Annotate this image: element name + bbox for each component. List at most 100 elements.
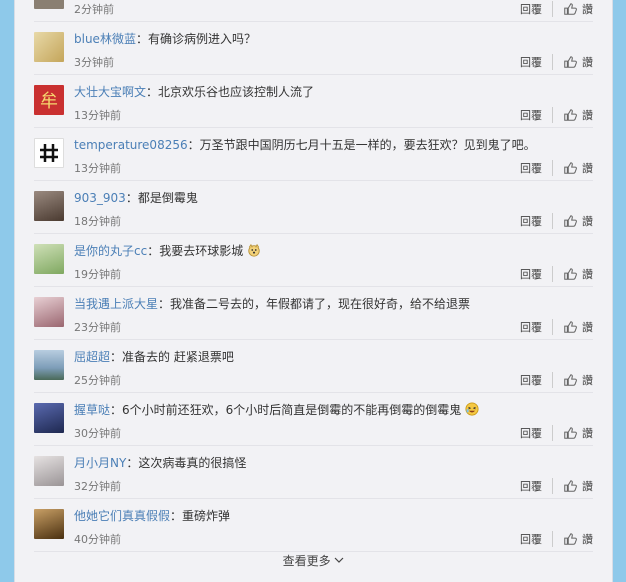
- like-label: 讚: [582, 56, 593, 69]
- comment-actions: 回覆 讚: [520, 213, 593, 229]
- comment-row: 2分钟前 回覆 讚: [34, 0, 593, 22]
- comment-username[interactable]: 903_903: [74, 191, 126, 205]
- like-button[interactable]: 讚: [563, 266, 593, 282]
- like-label: 讚: [582, 480, 593, 493]
- comment-row: 当我遇上派大星：我准备二号去的，年假都请了，现在很好奇，给不给退票 23分钟前 …: [34, 286, 593, 340]
- character-icon: 牟: [40, 91, 58, 112]
- avatar[interactable]: [34, 350, 64, 380]
- reply-button[interactable]: 回覆: [520, 319, 553, 335]
- comment-time: 18分钟前: [74, 215, 121, 228]
- comment-text: 都是倒霉鬼: [137, 191, 198, 205]
- thumb-up-icon: [564, 162, 577, 174]
- avatar[interactable]: [34, 191, 64, 221]
- comment-username[interactable]: 月小月NY: [74, 456, 126, 470]
- comment-text: 我准备二号去的，年假都请了，现在很好奇，给不给退票: [170, 297, 471, 311]
- comment-body: temperature08256：万圣节跟中国阴历七月十五是一样的，要去狂欢？见…: [74, 138, 536, 152]
- thumb-up-icon: [564, 215, 577, 227]
- like-label: 讚: [582, 427, 593, 440]
- comment-username[interactable]: 是你的丸子cc: [74, 244, 147, 258]
- comment-text: 这次病毒真的很搞怪: [138, 456, 247, 470]
- thumb-up-icon: [564, 427, 577, 439]
- comment-text: 北京欢乐谷也应该控制人流了: [158, 85, 315, 99]
- comment-username[interactable]: 他她它们真真假假: [74, 509, 170, 523]
- reply-button[interactable]: 回覆: [520, 425, 553, 441]
- reply-button[interactable]: 回覆: [520, 107, 553, 123]
- thumb-up-icon: [564, 321, 577, 333]
- reply-button[interactable]: 回覆: [520, 478, 553, 494]
- thumb-up-icon: [564, 480, 577, 492]
- like-button[interactable]: 讚: [563, 213, 593, 229]
- reply-button[interactable]: 回覆: [520, 213, 553, 229]
- comment-body: blue林微蓝：有确诊病例进入吗？: [74, 32, 256, 46]
- reply-button[interactable]: 回覆: [520, 1, 553, 17]
- comment-actions: 回覆 讚: [520, 54, 593, 70]
- comment-row: temperature08256：万圣节跟中国阴历七月十五是一样的，要去狂欢？见…: [34, 127, 593, 181]
- comment-username[interactable]: 屈超超: [74, 350, 110, 364]
- avatar[interactable]: [34, 0, 64, 9]
- comment-time: 23分钟前: [74, 321, 121, 334]
- comment-time: 25分钟前: [74, 374, 121, 387]
- like-label: 讚: [582, 321, 593, 334]
- like-button[interactable]: 讚: [563, 160, 593, 176]
- like-button[interactable]: 讚: [563, 372, 593, 388]
- comment-body: 他她它们真真假假：重磅炸弹: [74, 509, 231, 523]
- comment-time: 30分钟前: [74, 427, 121, 440]
- comment-body: 握草哒：6个小时前还狂欢，6个小时后简直是倒霉的不能再倒霉的倒霉鬼: [74, 401, 479, 418]
- comment-body: 大壮大宝啊文：北京欢乐谷也应该控制人流了: [74, 85, 315, 99]
- avatar[interactable]: [34, 456, 64, 486]
- comment-body: 903_903：都是倒霉鬼: [74, 191, 198, 205]
- like-button[interactable]: 讚: [563, 425, 593, 441]
- comment-actions: 回覆 讚: [520, 1, 593, 17]
- like-button[interactable]: 讚: [563, 54, 593, 70]
- comment-text: 重磅炸弹: [182, 509, 231, 523]
- comment-text: 万圣节跟中国阴历七月十五是一样的，要去狂欢？见到鬼了吧。: [199, 138, 536, 152]
- avatar[interactable]: [34, 32, 64, 62]
- like-label: 讚: [582, 533, 593, 546]
- like-button[interactable]: 讚: [563, 478, 593, 494]
- like-button[interactable]: 讚: [563, 107, 593, 123]
- avatar[interactable]: [34, 297, 64, 327]
- comment-username[interactable]: 当我遇上派大星: [74, 297, 158, 311]
- comment-row: 屈超超：准备去的 赶紧退票吧 25分钟前 回覆 讚: [34, 339, 593, 393]
- comment-username[interactable]: blue林微蓝: [74, 32, 136, 46]
- comment-row: 他她它们真真假假：重磅炸弹 40分钟前 回覆 讚: [34, 498, 593, 552]
- comment-actions: 回覆 讚: [520, 107, 593, 123]
- comment-body: 当我遇上派大星：我准备二号去的，年假都请了，现在很好奇，给不给退票: [74, 297, 471, 311]
- comment-panel: 2分钟前 回覆 讚 blue林微蓝：有确诊病例进入吗？ 3分钟前 回覆 讚 牟: [14, 0, 613, 582]
- reply-button[interactable]: 回覆: [520, 266, 553, 282]
- comment-time: 40分钟前: [74, 533, 121, 546]
- comment-time: 13分钟前: [74, 109, 121, 122]
- comment-row: 握草哒：6个小时前还狂欢，6个小时后简直是倒霉的不能再倒霉的倒霉鬼 30分钟前 …: [34, 392, 593, 446]
- reply-button[interactable]: 回覆: [520, 372, 553, 388]
- comment-actions: 回覆 讚: [520, 266, 593, 282]
- comment-actions: 回覆 讚: [520, 531, 593, 547]
- thumb-up-icon: [564, 374, 577, 386]
- like-button[interactable]: 讚: [563, 531, 593, 547]
- reply-button[interactable]: 回覆: [520, 160, 553, 176]
- comment-actions: 回覆 讚: [520, 319, 593, 335]
- like-button[interactable]: 讚: [563, 319, 593, 335]
- avatar[interactable]: [34, 509, 64, 539]
- comment-text: 6个小时前还狂欢，6个小时后简直是倒霉的不能再倒霉的倒霉鬼: [122, 403, 462, 417]
- like-label: 讚: [582, 162, 593, 175]
- avatar[interactable]: 牟: [34, 85, 64, 115]
- comment-time: 3分钟前: [74, 56, 114, 69]
- laughing-emoji-icon: [465, 402, 479, 416]
- comment-time: 19分钟前: [74, 268, 121, 281]
- like-label: 讚: [582, 3, 593, 16]
- comment-row: 是你的丸子cc：我要去环球影城 19分钟前 回覆 讚: [34, 233, 593, 287]
- reply-button[interactable]: 回覆: [520, 54, 553, 70]
- avatar[interactable]: [34, 138, 64, 168]
- comment-text: 准备去的 赶紧退票吧: [122, 350, 234, 364]
- comment-username[interactable]: temperature08256: [74, 138, 188, 152]
- thumb-up-icon: [564, 533, 577, 545]
- load-more-button[interactable]: 查看更多: [15, 552, 612, 569]
- avatar[interactable]: [34, 403, 64, 433]
- reply-button[interactable]: 回覆: [520, 531, 553, 547]
- avatar[interactable]: [34, 244, 64, 274]
- comment-username[interactable]: 握草哒: [74, 403, 110, 417]
- comment-username[interactable]: 大壮大宝啊文: [74, 85, 146, 99]
- comment-body: 是你的丸子cc：我要去环球影城: [74, 242, 261, 259]
- comment-actions: 回覆 讚: [520, 478, 593, 494]
- like-button[interactable]: 讚: [563, 1, 593, 17]
